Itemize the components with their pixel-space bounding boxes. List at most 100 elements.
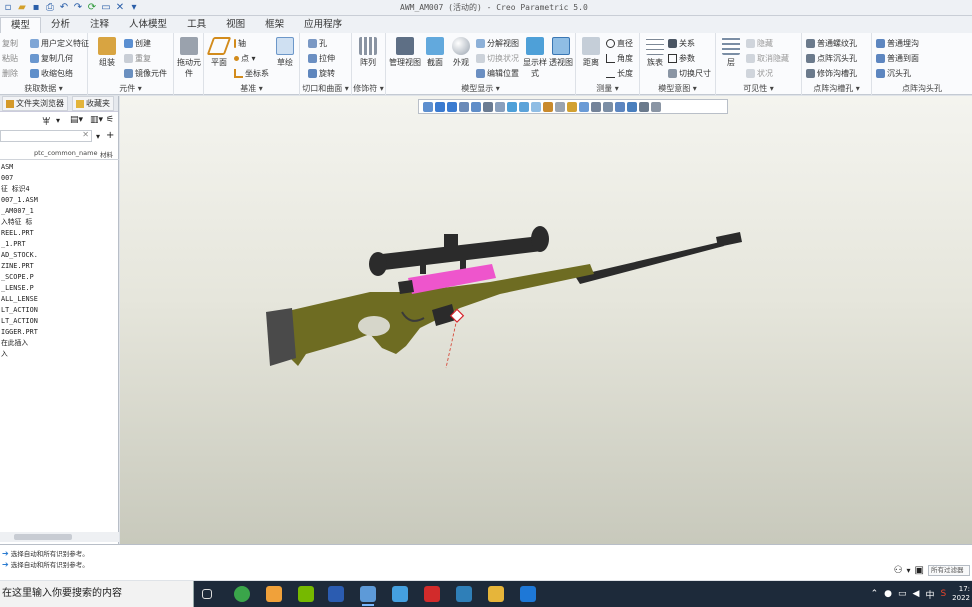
app-file-explorer-icon[interactable] — [488, 586, 504, 602]
scope-mount-front[interactable] — [460, 250, 466, 270]
user-defined-feature-button[interactable]: 用户定义特征 — [30, 38, 89, 49]
column-common-name[interactable]: ptc_common_name — [34, 149, 98, 157]
tab-favorites[interactable]: 收藏夹 — [72, 96, 114, 111]
microphone-icon[interactable]: ● — [884, 589, 892, 599]
network-icon[interactable]: ▭ — [898, 589, 907, 599]
filter-tree-icon[interactable]: ⚟ — [106, 115, 114, 125]
selection-buffer-icon[interactable]: ▣ — [915, 565, 924, 576]
tree-item[interactable]: REEL.PRT — [0, 228, 119, 239]
show-dropdown-icon[interactable]: ▤▾ — [70, 115, 83, 125]
cosmetic-groove-button[interactable]: 修饰沟槽孔 — [806, 68, 857, 79]
plane-button[interactable]: 平面 — [206, 37, 232, 68]
tree-item[interactable]: _SCOPE.P — [0, 272, 119, 283]
tree-settings-icon[interactable]: ꕽ — [42, 115, 51, 129]
column-material[interactable]: 材料 — [100, 149, 113, 159]
tab-folder-browser[interactable]: 文件夹浏览器 — [2, 96, 68, 111]
hide-button[interactable]: 隐藏 — [746, 38, 773, 49]
regenerate-icon[interactable]: ⟳ — [86, 2, 98, 14]
tree-item[interactable]: 在此插入 — [0, 338, 119, 349]
tab-annotate[interactable]: 注释 — [80, 17, 119, 33]
sogou-icon[interactable]: S — [940, 589, 946, 599]
app-nvidia-icon[interactable] — [298, 586, 314, 602]
taskbar-search-box[interactable]: 在这里输入你要搜索的内容 — [0, 581, 194, 607]
muzzle-brake[interactable] — [716, 232, 742, 247]
standard-to-face-button[interactable]: 普通到面 — [876, 53, 919, 64]
pattern-button[interactable]: 阵列 — [355, 37, 381, 68]
selection-filter-dropdown[interactable]: 所有过滤器 — [928, 565, 970, 576]
sketch-button[interactable]: 草绘 — [272, 37, 298, 68]
manage-views-button[interactable]: 管理视图 — [388, 37, 422, 68]
volume-icon[interactable]: ◀ — [913, 589, 920, 599]
tree-item[interactable]: ZINE.PRT — [0, 261, 119, 272]
app-creo-icon[interactable] — [360, 586, 376, 606]
bolt-handle[interactable] — [398, 280, 414, 294]
scope-eyepiece[interactable] — [369, 252, 387, 276]
appearance-button[interactable]: 外观 — [448, 37, 474, 68]
tree-item[interactable]: LT_ACTION — [0, 305, 119, 316]
tree-filter-dropdown-icon[interactable]: ▾ — [96, 132, 100, 141]
tree-item[interactable]: 入 — [0, 349, 119, 360]
switch-dimensions-button[interactable]: 切换尺寸 — [668, 68, 711, 79]
app-teamviewer-icon[interactable] — [520, 586, 536, 602]
distance-button[interactable]: 距离 — [578, 37, 604, 68]
revolve-button[interactable]: 旋转 — [308, 68, 335, 79]
tree-item[interactable]: 入特征 标 — [0, 217, 119, 228]
tree-item[interactable]: LT_ACTION — [0, 316, 119, 327]
tree-settings-dropdown-icon[interactable]: ▾ — [56, 116, 60, 125]
point-button[interactable]: 点 ▾ — [234, 53, 256, 64]
paste-button[interactable]: 粘贴 — [2, 53, 18, 64]
ime-indicator[interactable]: 中 — [925, 588, 934, 601]
app-360-browser-icon[interactable] — [234, 586, 250, 602]
tab-model[interactable]: 模型 — [0, 17, 42, 33]
hole-button[interactable]: 孔 — [308, 38, 327, 49]
tree-item[interactable]: _1.PRT — [0, 239, 119, 250]
display-style-button[interactable]: 显示样式 — [522, 37, 548, 79]
app-solidworks-icon[interactable] — [424, 586, 440, 602]
angle-button[interactable]: 角度 — [606, 53, 633, 64]
shrinkwrap-button[interactable]: 收缩包络 — [30, 68, 73, 79]
perspective-button[interactable]: 透视图 — [548, 37, 574, 68]
copy-geometry-button[interactable]: 复制几何 — [30, 53, 73, 64]
status-button[interactable]: 状况 — [746, 68, 773, 79]
clock[interactable]: 17: 2022 — [952, 585, 970, 603]
toggle-status-button[interactable]: 切换状况 — [476, 53, 519, 64]
lattice-countersink-button[interactable]: 点阵沉头孔 — [806, 53, 857, 64]
undo-icon[interactable]: ↶ — [58, 2, 70, 14]
axis-button[interactable]: 轴 — [234, 38, 246, 49]
layers-button[interactable]: 层 — [718, 37, 744, 68]
customize-dropdown-icon[interactable]: ▾ — [128, 2, 140, 14]
tree-item[interactable]: 007_1.ASM — [0, 195, 119, 206]
standard-thread-hole-button[interactable]: 普通螺纹孔 — [806, 38, 857, 49]
csys-button[interactable]: 坐标系 — [234, 68, 269, 79]
diameter-button[interactable]: 直径 — [606, 38, 633, 49]
tab-tools[interactable]: 工具 — [177, 17, 216, 33]
tree-horizontal-scrollbar[interactable] — [0, 532, 119, 542]
scope-objective-lens[interactable] — [531, 226, 549, 252]
extrude-button[interactable]: 拉伸 — [308, 53, 335, 64]
tab-framework[interactable]: 框架 — [255, 17, 294, 33]
new-file-icon[interactable]: ▫ — [2, 2, 14, 14]
tree-item[interactable]: _LENSE.P — [0, 283, 119, 294]
explode-view-button[interactable]: 分解视图 — [476, 38, 519, 49]
scrollbar-thumb[interactable] — [14, 534, 72, 540]
edit-position-button[interactable]: 编辑位置 — [476, 68, 519, 79]
copy-button[interactable]: 复制 — [2, 38, 18, 49]
tree-item[interactable]: ASM — [0, 162, 119, 173]
app-notes-icon[interactable] — [266, 586, 282, 602]
counterbore-button[interactable]: 沉头孔 — [876, 68, 911, 79]
graphics-viewport[interactable] — [120, 96, 972, 544]
create-component-button[interactable]: 创建 — [124, 38, 151, 49]
redo-icon[interactable]: ↷ — [72, 2, 84, 14]
unhide-button[interactable]: 取消隐藏 — [746, 53, 789, 64]
tree-search-input[interactable]: ✕ — [0, 130, 92, 142]
tree-item[interactable]: AD_STOCK. — [0, 250, 119, 261]
delete-button[interactable]: 删除 — [2, 68, 18, 79]
scope-mount-rear[interactable] — [420, 254, 426, 274]
tab-analysis[interactable]: 分析 — [41, 17, 80, 33]
relations-button[interactable]: 关系 — [668, 38, 695, 49]
tree-item[interactable]: _AM007_1 — [0, 206, 119, 217]
show-hidden-icons-icon[interactable]: ⌃ — [871, 589, 879, 599]
tab-manikin[interactable]: 人体模型 — [119, 17, 177, 33]
open-folder-icon[interactable]: ▰ — [16, 2, 28, 14]
family-table-button[interactable]: 族表 — [642, 37, 668, 68]
